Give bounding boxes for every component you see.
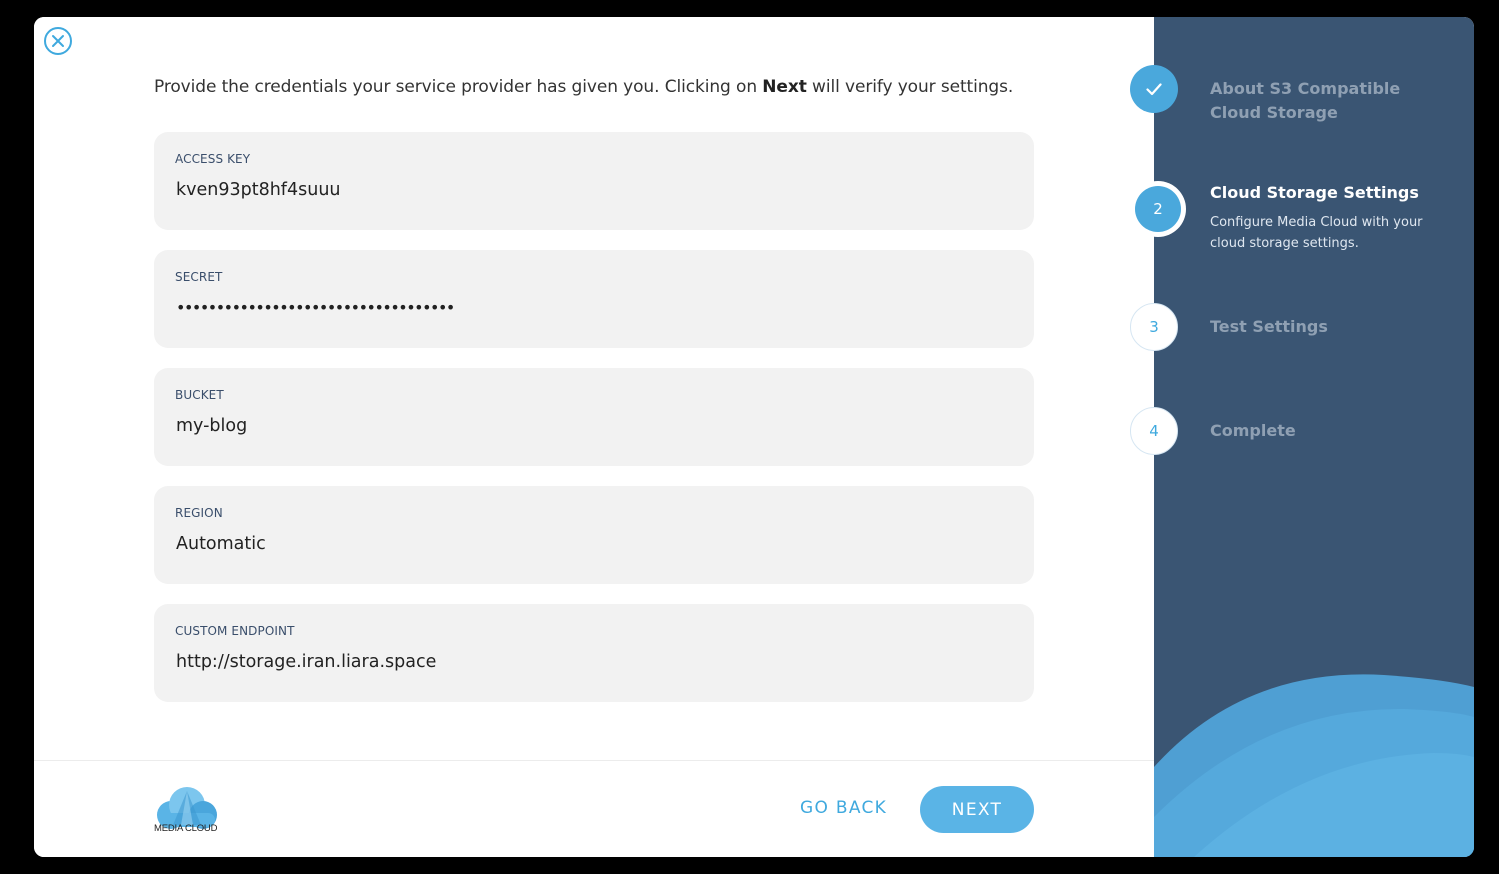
- step-2-number: 2: [1135, 186, 1181, 232]
- step-1-title: About S3 Compatible Cloud Storage: [1210, 79, 1401, 122]
- region-label: REGION: [175, 506, 223, 520]
- bucket-field[interactable]: BUCKET my-blog: [154, 368, 1034, 466]
- go-back-button[interactable]: GO BACK: [800, 798, 887, 818]
- check-icon: [1146, 82, 1162, 95]
- step-2-description: Configure Media Cloud with your cloud st…: [1210, 215, 1423, 251]
- step-3-circle: 3: [1130, 303, 1178, 351]
- instructions-after: will verify your settings.: [806, 77, 1014, 97]
- region-field[interactable]: REGION Automatic: [154, 486, 1034, 584]
- bucket-value[interactable]: my-blog: [176, 416, 247, 436]
- instructions-text: Provide the credentials your service pro…: [154, 77, 1054, 97]
- close-button[interactable]: [44, 27, 72, 55]
- secret-value[interactable]: •••••••••••••••••••••••••••••••••••: [176, 298, 455, 317]
- close-icon: [52, 35, 64, 47]
- footer: MEDIA CLOUD GO BACK NEXT: [34, 760, 1154, 857]
- secret-label: SECRET: [175, 270, 223, 284]
- step-3-number: 3: [1149, 318, 1159, 336]
- custom-endpoint-label: CUSTOM ENDPOINT: [175, 624, 295, 638]
- region-value[interactable]: Automatic: [176, 534, 266, 554]
- step-3-title: Test Settings: [1210, 317, 1328, 336]
- step-complete-circle: [1130, 65, 1178, 113]
- custom-endpoint-field[interactable]: CUSTOM ENDPOINT http://storage.iran.liar…: [154, 604, 1034, 702]
- bucket-label: BUCKET: [175, 388, 224, 402]
- setup-wizard-modal: Provide the credentials your service pro…: [34, 17, 1474, 857]
- step-2-circle: 2: [1130, 181, 1186, 237]
- instructions-bold: Next: [762, 77, 807, 97]
- logo-text: MEDIA CLOUD: [154, 823, 218, 834]
- custom-endpoint-value[interactable]: http://storage.iran.liara.space: [176, 652, 436, 672]
- next-button[interactable]: NEXT: [920, 786, 1034, 833]
- access-key-value[interactable]: kven93pt8hf4suuu: [176, 180, 341, 200]
- step-2-title: Cloud Storage Settings: [1210, 183, 1419, 202]
- access-key-label: ACCESS KEY: [175, 152, 251, 166]
- step-4-circle: 4: [1130, 407, 1178, 455]
- main-panel: Provide the credentials your service pro…: [34, 17, 1154, 857]
- instructions-before: Provide the credentials your service pro…: [154, 77, 763, 97]
- step-4-title: Complete: [1210, 421, 1296, 440]
- secret-field[interactable]: SECRET •••••••••••••••••••••••••••••••••…: [154, 250, 1034, 348]
- access-key-field[interactable]: ACCESS KEY kven93pt8hf4suuu: [154, 132, 1034, 230]
- step-4-number: 4: [1149, 422, 1159, 440]
